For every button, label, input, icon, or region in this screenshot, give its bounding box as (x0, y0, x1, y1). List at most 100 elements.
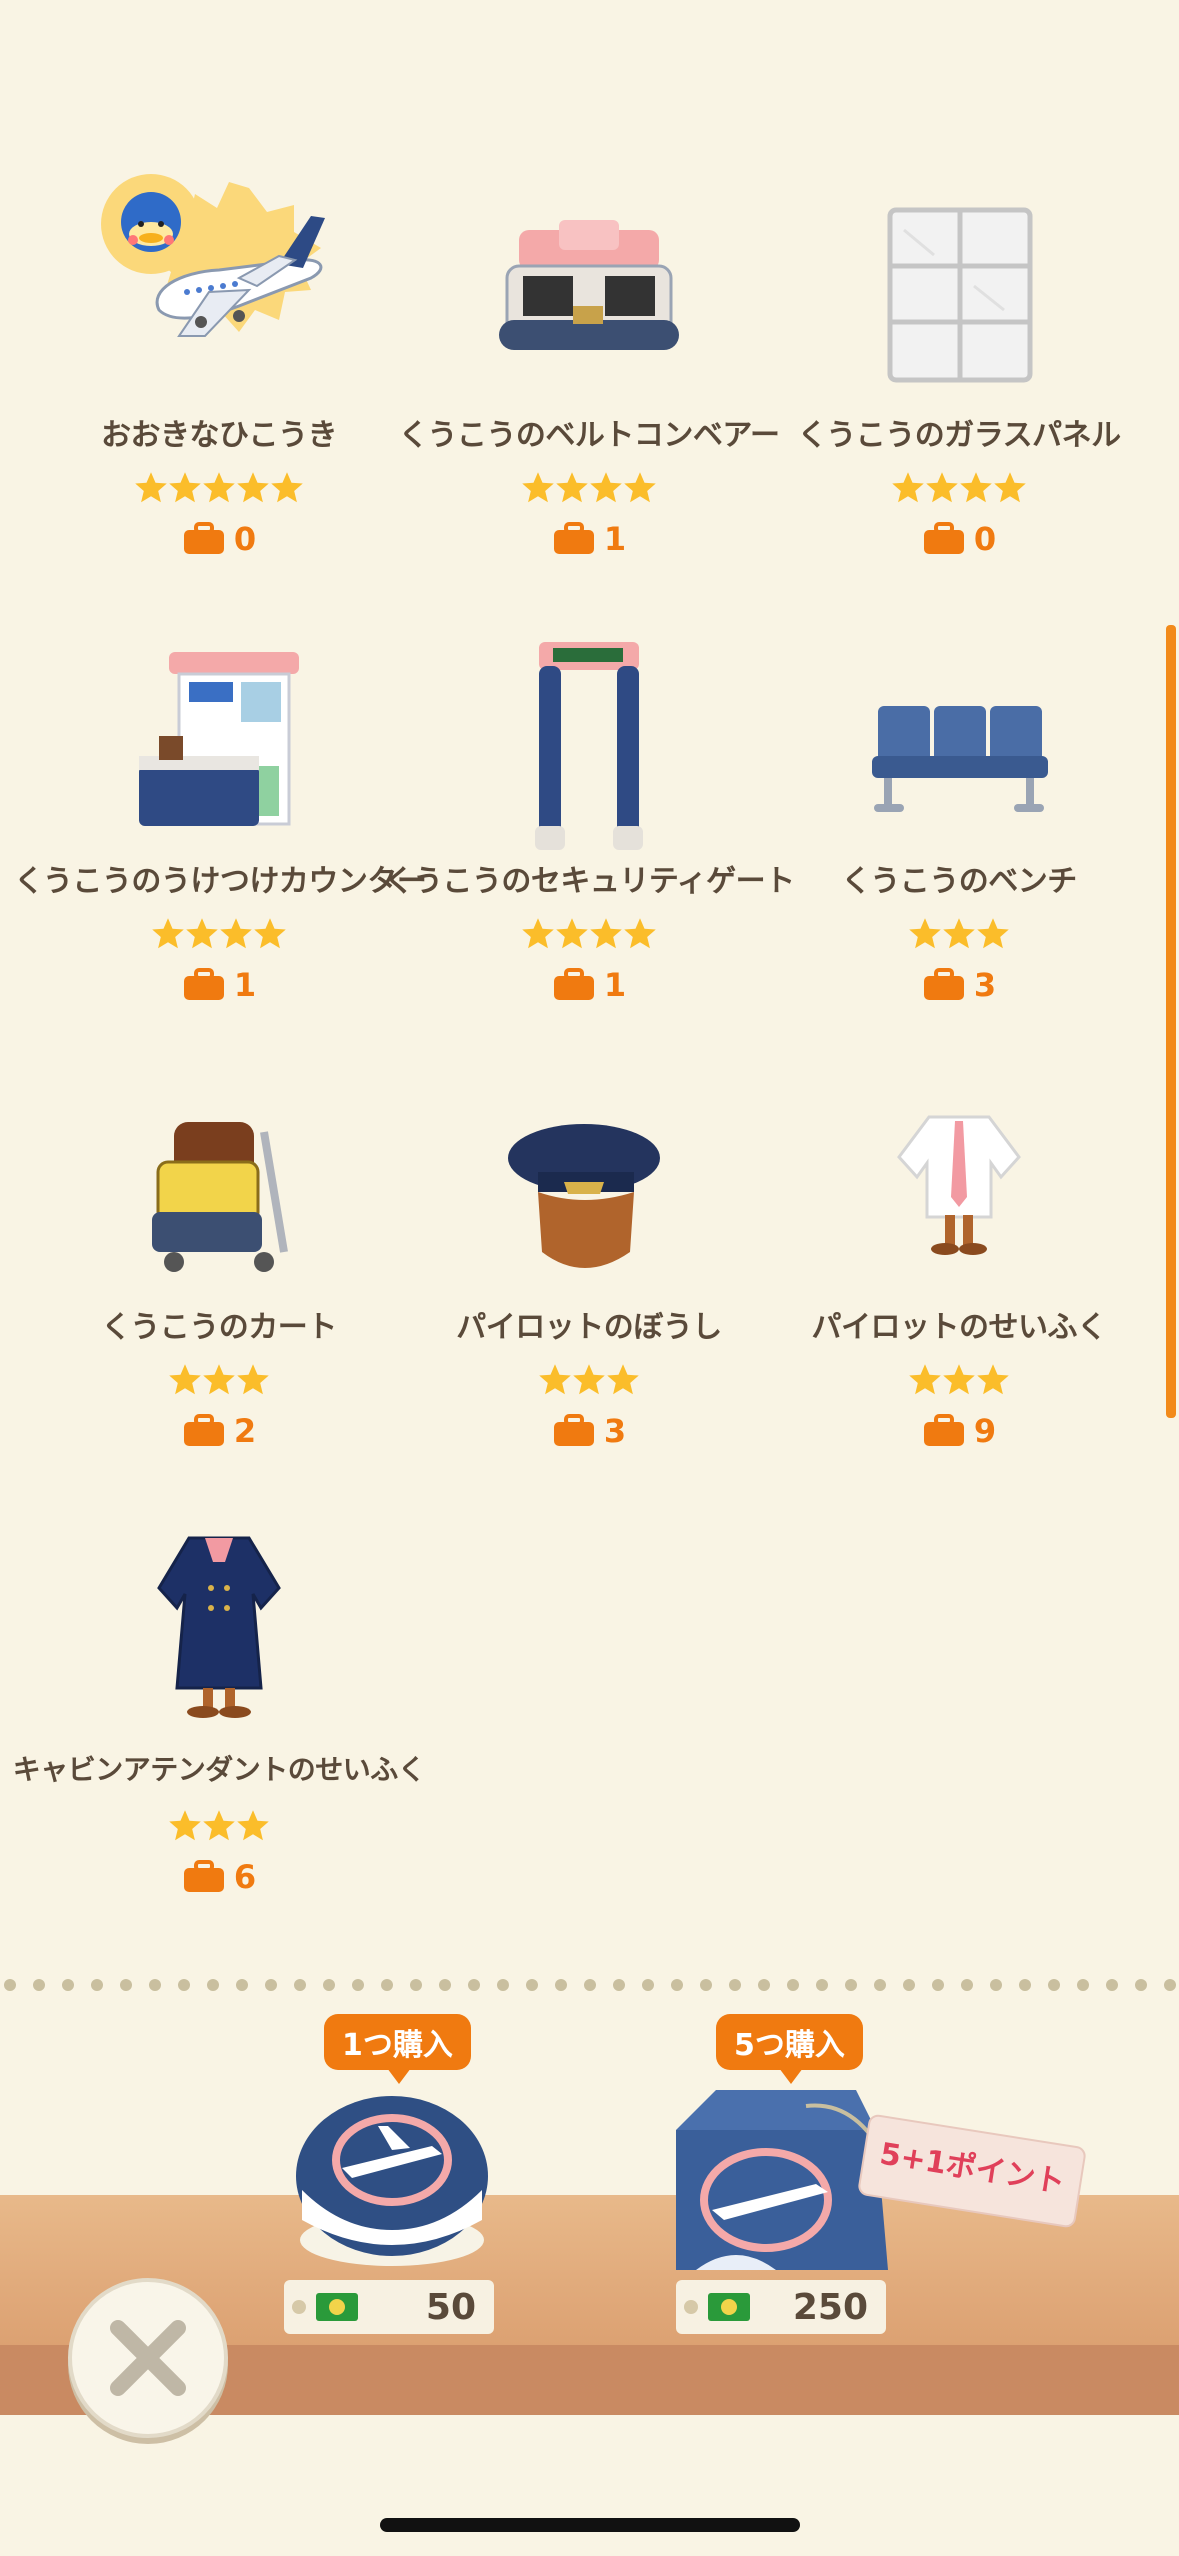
shop-panel: 1つ購入 50 5つ購入 5+1ポイント 250 (0, 2000, 1179, 2556)
item-thumb (774, 616, 1144, 836)
owned-count: 1 (404, 518, 774, 558)
single-price-value: 50 (425, 2287, 476, 2328)
star-icon (556, 472, 588, 503)
star-rating (404, 1362, 774, 1402)
price-dot (292, 2300, 306, 2314)
star-rating (774, 1362, 1144, 1402)
owned-number: 6 (233, 1858, 257, 1896)
item-thumb (404, 170, 774, 390)
cart-icon (152, 1122, 288, 1272)
star-icon (624, 472, 656, 503)
owned-number: 1 (233, 966, 257, 1004)
briefcase-icon (553, 522, 594, 554)
leaf-ticket-icon (708, 2293, 750, 2321)
glass-panel-icon (887, 207, 1033, 383)
star-icon (203, 472, 235, 503)
pilot-uniform-icon (897, 1115, 1021, 1255)
star-icon (624, 918, 656, 949)
item-name: くうこうのカート (101, 1310, 337, 1345)
star-icon (186, 918, 218, 949)
briefcase-icon (553, 968, 594, 1000)
item-name: くうこうのセキュリティゲート (384, 864, 795, 899)
briefcase-icon (183, 1860, 224, 1892)
item-name: キャビンアテンダントのせいふく (12, 1753, 426, 1786)
item-thumb (34, 1062, 404, 1282)
briefcase-icon (923, 968, 964, 1000)
bench-icon (872, 706, 1048, 812)
item-thumb (34, 616, 404, 836)
briefcase-icon (183, 522, 224, 554)
item-name: パイロットのぼうし (456, 1310, 722, 1345)
item-name: おおきなひこうき (101, 418, 338, 453)
star-icon (556, 918, 588, 949)
pilot-hat-icon (508, 1124, 660, 1268)
star-icon (254, 918, 286, 949)
star-icon (943, 918, 975, 949)
owned-count: 0 (774, 518, 1144, 558)
star-rating (774, 470, 1144, 510)
buy-five-label: 5つ購入 (716, 2014, 863, 2084)
item-name: くうこうのうけつけカウンター (14, 864, 427, 899)
star-icon (169, 1364, 201, 1395)
item-thumb (34, 170, 404, 390)
item-thumb (34, 1508, 404, 1728)
item-name: くうこうのガラスパネル (797, 418, 1121, 453)
owned-number: 3 (603, 1412, 627, 1450)
owned-number: 2 (233, 1412, 257, 1450)
star-rating (34, 1808, 404, 1848)
owned-number: 9 (973, 1412, 997, 1450)
star-icon (135, 472, 167, 503)
star-icon (522, 472, 554, 503)
star-icon (892, 472, 924, 503)
star-icon (909, 1364, 941, 1395)
close-button[interactable] (68, 2278, 228, 2438)
star-icon (237, 1364, 269, 1395)
security-gate-icon (535, 642, 643, 850)
owned-count: 6 (34, 1856, 404, 1896)
owned-count: 0 (34, 518, 404, 558)
star-icon (237, 472, 269, 503)
star-icon (977, 918, 1009, 949)
star-icon (203, 1810, 235, 1841)
item-name: くうこうのベンチ (841, 864, 1077, 899)
star-icon (960, 472, 992, 503)
briefcase-icon (183, 968, 224, 1000)
star-icon (926, 472, 958, 503)
owned-count: 3 (774, 964, 1144, 1004)
single-capsule-button[interactable] (282, 2080, 502, 2270)
briefcase-icon (183, 1414, 224, 1446)
star-icon (590, 472, 622, 503)
owned-count: 9 (774, 1410, 1144, 1450)
dotted-divider (4, 1979, 1176, 1991)
star-rating (34, 470, 404, 510)
bundle-price: 250 (676, 2280, 886, 2334)
home-indicator[interactable] (380, 2518, 800, 2532)
owned-count: 1 (34, 964, 404, 1004)
counter-icon (139, 652, 299, 826)
star-icon (539, 1364, 571, 1395)
briefcase-icon (923, 1414, 964, 1446)
briefcase-icon (923, 522, 964, 554)
item-thumb (404, 616, 774, 850)
star-icon (909, 918, 941, 949)
bundle-price-value: 250 (792, 2287, 868, 2328)
airplane-icon (101, 174, 325, 337)
star-icon (590, 918, 622, 949)
star-rating (774, 916, 1144, 956)
star-icon (522, 918, 554, 949)
attendant-uniform-icon (157, 1536, 281, 1718)
scrollbar[interactable] (1166, 625, 1176, 1418)
owned-count: 1 (404, 964, 774, 1004)
star-icon (152, 918, 184, 949)
star-icon (573, 1364, 605, 1395)
star-rating (34, 916, 404, 956)
star-rating (404, 470, 774, 510)
single-price: 50 (284, 2280, 494, 2334)
item-name: くうこうのベルトコンベアー (398, 418, 780, 453)
item-thumb (404, 1062, 774, 1282)
owned-count: 2 (34, 1410, 404, 1450)
star-rating (34, 1362, 404, 1402)
close-icon (110, 2320, 186, 2396)
star-icon (607, 1364, 639, 1395)
owned-number: 1 (603, 966, 627, 1004)
